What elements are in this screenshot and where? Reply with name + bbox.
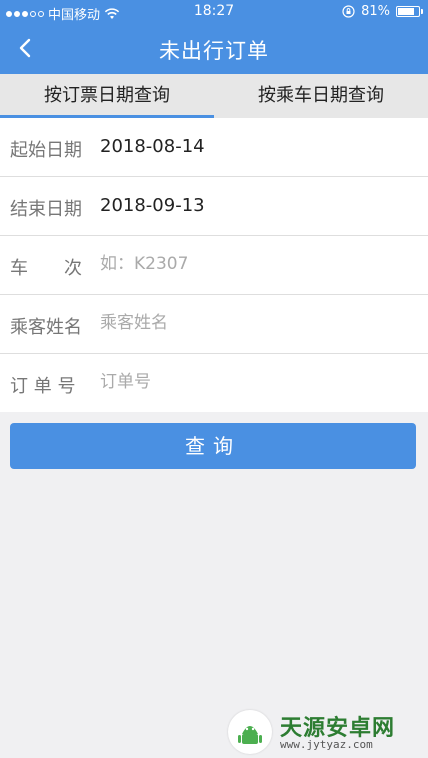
tab-booking-date[interactable]: 按订票日期查询 <box>0 74 214 118</box>
start-date-label: 起始日期 <box>10 140 82 161</box>
train-number-label: 车 次 <box>10 258 82 279</box>
passenger-name-row: 乘客姓名 <box>0 295 428 354</box>
page-title: 未出行订单 <box>159 39 269 63</box>
start-date-value[interactable]: 2018-08-14 <box>100 136 205 157</box>
train-number-input[interactable] <box>100 250 400 278</box>
passenger-name-input[interactable] <box>100 309 400 337</box>
query-button[interactable]: 查询 <box>10 423 416 469</box>
battery-fill <box>398 8 415 15</box>
watermark-logo-icon <box>228 710 272 754</box>
battery-icon <box>396 6 423 17</box>
end-date-label: 结束日期 <box>10 199 82 220</box>
status-right: 81% <box>342 4 423 19</box>
status-bar: 中国移动 18:27 81% <box>0 0 428 24</box>
query-tabs: 按订票日期查询 按乘车日期查询 <box>0 74 428 118</box>
train-number-row: 车 次 <box>0 236 428 295</box>
header: 中国移动 18:27 81% 未出行订单 <box>0 0 428 74</box>
battery-percent: 81% <box>361 4 390 19</box>
order-number-label: 订 单 号 <box>10 376 76 397</box>
end-date-row[interactable]: 结束日期 2018-09-13 <box>0 177 428 236</box>
orientation-lock-icon <box>342 5 355 18</box>
watermark-url: www.jytyaz.com <box>280 738 373 751</box>
query-form: 起始日期 2018-08-14 结束日期 2018-09-13 车 次 乘客姓名… <box>0 118 428 412</box>
watermark: 天源安卓网 www.jytyaz.com <box>222 708 422 754</box>
end-date-value[interactable]: 2018-09-13 <box>100 195 205 216</box>
order-number-input[interactable] <box>100 368 400 396</box>
start-date-row[interactable]: 起始日期 2018-08-14 <box>0 118 428 177</box>
passenger-name-label: 乘客姓名 <box>10 317 82 338</box>
tab-travel-date[interactable]: 按乘车日期查询 <box>214 74 428 118</box>
order-number-row: 订 单 号 <box>0 354 428 412</box>
nav-bar: 未出行订单 <box>0 24 428 74</box>
